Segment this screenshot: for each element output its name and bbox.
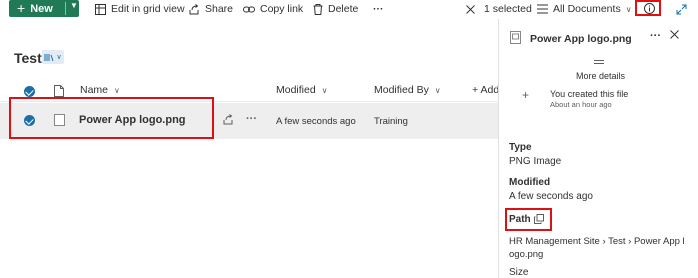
row-modified-by: Training [374,116,408,127]
library-title: Test [14,50,42,66]
expand-button[interactable] [676,2,692,16]
grid-icon [95,3,106,15]
chevron-down-icon: ∨ [625,4,632,14]
modified-value: A few seconds ago [509,191,593,202]
chevron-down-icon: ∨ [113,86,120,95]
more-actions-button[interactable]: ··· [373,2,384,16]
selected-count: 1 selected [484,3,532,15]
clear-selection-button[interactable]: 1 selected [466,2,532,16]
library-icon [44,53,54,61]
chevron-down-icon: ∨ [434,86,441,95]
panel-file-icon [510,31,521,47]
activity-text: You created this file [550,89,629,99]
chevron-down-icon: ∨ [56,54,62,61]
image-file-icon [510,31,521,44]
size-label: Size [509,267,529,278]
document-icon [54,85,64,97]
column-header-modified-by[interactable]: Modified By ∨ [374,84,441,96]
copy-link-button[interactable]: Copy link [243,2,303,16]
info-button-highlight [635,0,661,16]
trash-icon [313,3,323,15]
panel-close-button[interactable] [670,30,679,42]
link-icon [243,6,255,12]
plus-icon: + [17,0,26,16]
path-line-2: ogo.png [509,249,544,260]
new-button-label: New [30,2,53,15]
expand-icon [676,4,687,14]
library-views-button[interactable]: ∨ [42,50,64,64]
chevron-down-icon[interactable]: ▼ [70,1,78,10]
select-all-checkbox[interactable] [24,86,35,97]
edit-in-grid-view-button[interactable]: Edit in grid view [95,2,185,16]
drag-handle-icon[interactable] [594,60,604,64]
column-header-modified[interactable]: Modified ∨ [276,84,327,96]
share-icon [189,3,199,14]
panel-more-button[interactable]: ··· [650,30,661,42]
column-header-name[interactable]: Name ∨ [80,84,120,96]
command-bar: + New ▼ Edit in grid view Share Copy lin… [0,0,698,17]
row-highlight [9,97,214,139]
add-column-button[interactable]: + Add [472,84,498,96]
chevron-down-icon: ∨ [321,86,328,95]
view-selector[interactable]: All Documents ∨ [537,2,632,16]
close-icon [466,4,475,14]
share-button[interactable]: Share [189,2,233,16]
new-button[interactable]: + New ▼ [9,0,79,17]
panel-file-name: Power App logo.png [530,33,632,45]
type-label: Type [509,142,532,153]
row-more-actions-button[interactable]: ··· [246,113,257,125]
modified-label: Modified [509,177,551,188]
share-row-button[interactable] [223,114,234,128]
activity-time: About an hour ago [550,100,612,109]
more-details-link[interactable]: More details [576,71,625,81]
type-value: PNG Image [509,156,562,167]
share-icon [223,114,233,125]
path-highlight [505,208,552,231]
path-line-1: HR Management Site › Test › Power App l [509,236,685,247]
row-modified: A few seconds ago [276,116,356,127]
close-icon [670,30,679,39]
delete-button[interactable]: Delete [313,2,358,16]
plus-icon: + [522,88,530,102]
list-view-icon [537,4,548,14]
